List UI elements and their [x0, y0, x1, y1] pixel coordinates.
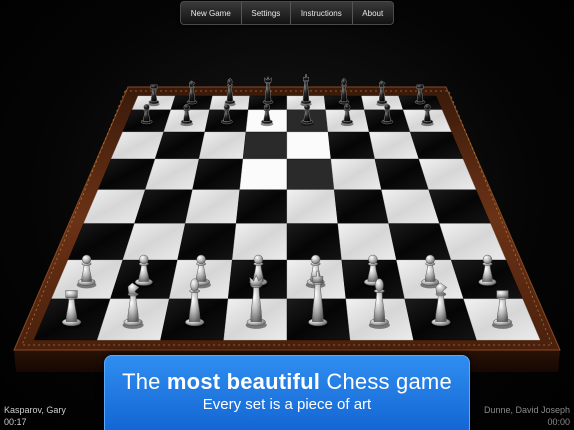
white-player-clock: 00:17: [4, 417, 27, 427]
square-d5[interactable]: [239, 158, 288, 190]
banner-title-bold: most beautiful: [166, 369, 321, 394]
square-e3[interactable]: [286, 223, 342, 261]
square-c4[interactable]: [185, 189, 240, 224]
white-player-info: Kasparov, Gary 00:17: [4, 404, 66, 428]
new-game-button[interactable]: New Game: [181, 2, 241, 24]
square-f6[interactable]: [327, 131, 376, 160]
square-c6[interactable]: [198, 131, 247, 160]
game-stage: New Game Settings Instructions About The…: [0, 0, 574, 430]
square-c5[interactable]: [192, 158, 244, 190]
square-f3[interactable]: [337, 223, 397, 261]
promo-banner: The most beautiful Chess game Every set …: [104, 355, 470, 430]
banner-title-pre: The: [122, 369, 167, 394]
black-player-info: Dunne, David Joseph 00:00: [484, 404, 570, 428]
white-player-name: Kasparov, Gary: [4, 405, 66, 415]
top-menu: New Game Settings Instructions About: [180, 1, 394, 25]
square-d3[interactable]: [232, 223, 288, 261]
about-button[interactable]: About: [351, 2, 393, 24]
banner-subtitle: Every set is a piece of art: [202, 396, 372, 413]
black-player-clock: 00:00: [547, 417, 570, 427]
square-e6[interactable]: [286, 131, 332, 160]
square-b6[interactable]: [154, 131, 206, 160]
instructions-button[interactable]: Instructions: [290, 2, 351, 24]
black-player-name: Dunne, David Joseph: [483, 405, 570, 415]
square-e5[interactable]: [286, 158, 335, 190]
square-d4[interactable]: [235, 189, 288, 224]
banner-title-post: Chess game: [320, 369, 452, 394]
square-f4[interactable]: [334, 189, 389, 224]
banner-title: The most beautiful Chess game: [105, 369, 469, 395]
square-d6[interactable]: [242, 131, 288, 160]
settings-button[interactable]: Settings: [240, 2, 290, 24]
square-e4[interactable]: [286, 189, 339, 224]
square-f5[interactable]: [330, 158, 382, 190]
square-c3[interactable]: [177, 223, 237, 261]
